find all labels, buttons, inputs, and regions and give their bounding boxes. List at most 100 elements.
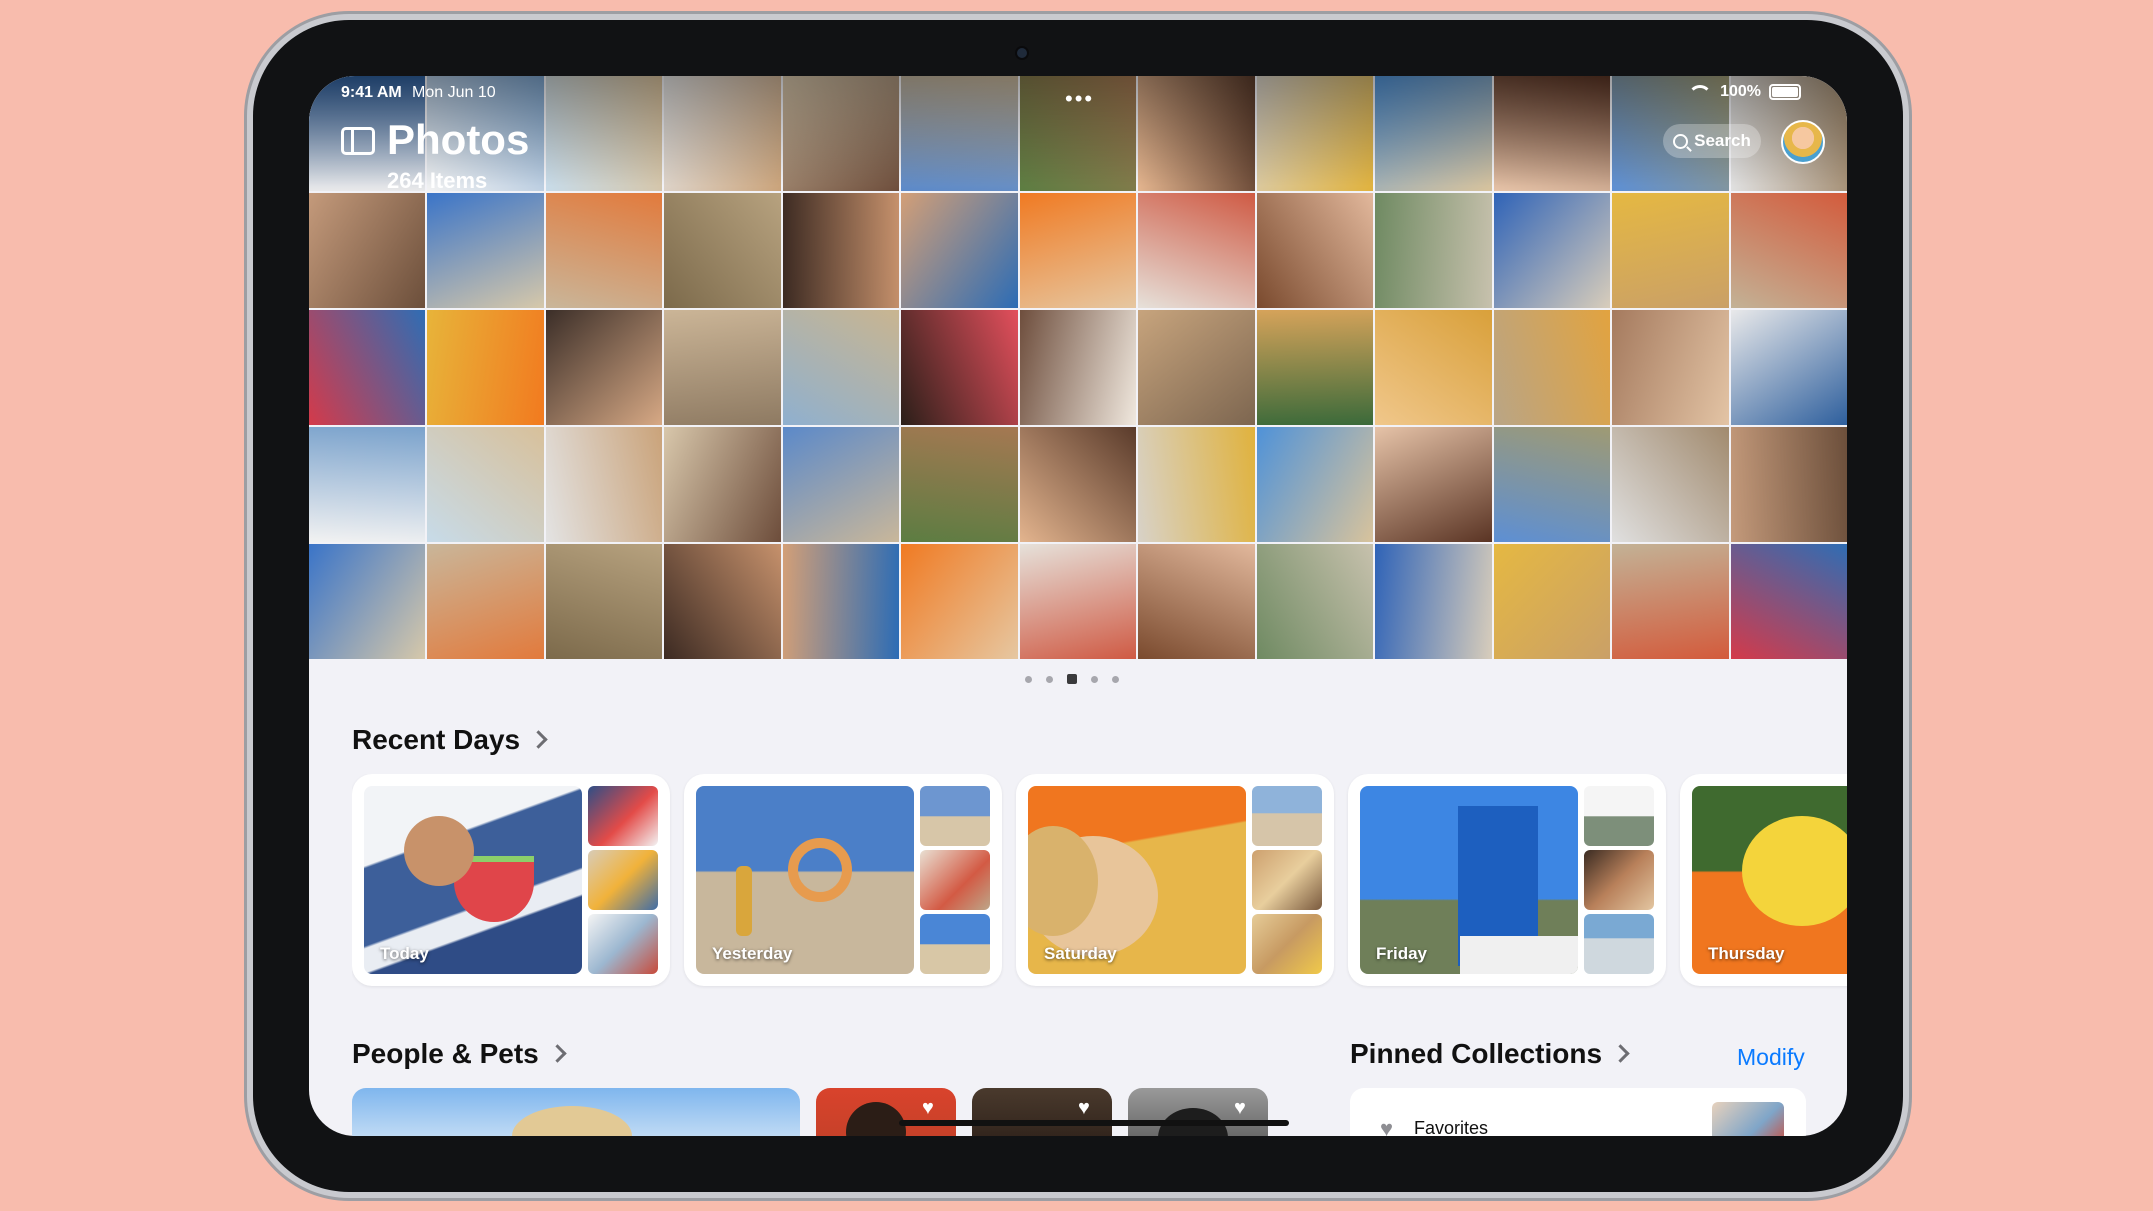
home-indicator[interactable] — [899, 1120, 1289, 1126]
photo-thumbnail[interactable] — [309, 310, 426, 425]
photo-thumbnail[interactable] — [1138, 310, 1255, 425]
recent-days-carousel[interactable]: Today Yesterday Saturday Friday Thursday — [352, 774, 1847, 990]
photo-thumbnail[interactable] — [1138, 544, 1255, 659]
page-dot[interactable] — [1091, 675, 1098, 683]
recent-day-card-saturday[interactable]: Saturday — [1016, 774, 1334, 986]
photo-thumbnail[interactable] — [427, 310, 544, 425]
photo-thumbnail[interactable] — [1612, 193, 1729, 308]
favorite-heart-icon[interactable]: ♥ — [1234, 1098, 1252, 1118]
photo-thumbnail[interactable] — [782, 193, 900, 308]
favorite-heart-icon[interactable]: ♥ — [1078, 1098, 1096, 1118]
status-date: Mon Jun 10 — [412, 84, 496, 101]
person-card[interactable]: ♥ — [816, 1088, 956, 1136]
photo-thumbnail[interactable] — [1730, 544, 1847, 659]
people-pets-header[interactable]: People & Pets — [352, 1038, 567, 1070]
day-thumb — [1252, 786, 1322, 846]
people-featured-card[interactable] — [352, 1088, 800, 1136]
day-thumb — [1252, 914, 1322, 974]
photo-thumbnail[interactable] — [1612, 544, 1729, 659]
photo-thumbnail[interactable] — [664, 427, 781, 542]
photo-thumbnail[interactable] — [901, 310, 1018, 425]
photo-thumbnail[interactable] — [545, 310, 663, 425]
item-count: 264 Items — [387, 168, 488, 193]
photo-thumbnail[interactable] — [427, 193, 544, 308]
photo-thumbnail[interactable] — [1375, 193, 1492, 308]
pinned-thumb — [1712, 1102, 1784, 1136]
photo-thumbnail[interactable] — [1138, 427, 1255, 542]
chevron-right-icon — [1611, 1044, 1630, 1063]
photo-thumbnail[interactable] — [309, 193, 426, 308]
grid-page-indicator[interactable] — [1025, 674, 1119, 684]
day-label: Saturday — [1044, 944, 1117, 963]
page-dot[interactable] — [1046, 675, 1053, 683]
page-dot[interactable] — [1025, 675, 1032, 683]
photo-thumbnail[interactable] — [1019, 310, 1137, 425]
day-thumb — [588, 786, 658, 846]
recent-days-header[interactable]: Recent Days — [352, 724, 548, 756]
photo-thumbnail[interactable] — [309, 544, 426, 659]
photo-thumbnail[interactable] — [901, 193, 1018, 308]
photo-thumbnail[interactable] — [1019, 427, 1137, 542]
search-button[interactable]: Search — [1663, 124, 1761, 158]
people-pets-title: People & Pets — [352, 1038, 539, 1069]
status-right: 100% — [1688, 83, 1801, 101]
multitasking-dots-icon[interactable]: ••• — [1065, 86, 1094, 112]
day-thumb — [920, 914, 990, 974]
photo-thumbnail[interactable] — [1019, 544, 1137, 659]
photo-thumbnail[interactable] — [1612, 310, 1729, 425]
photo-thumbnail[interactable] — [1493, 544, 1611, 659]
photo-thumbnail[interactable] — [782, 427, 900, 542]
page-dot[interactable] — [1112, 675, 1119, 683]
person-card[interactable]: ♥ — [1128, 1088, 1268, 1136]
sidebar-toggle-icon[interactable] — [341, 127, 375, 155]
photo-thumbnail[interactable] — [545, 544, 663, 659]
person-card[interactable]: ♥ — [972, 1088, 1112, 1136]
day-label: Thursday — [1708, 944, 1785, 963]
battery-icon — [1769, 84, 1801, 100]
day-label: Friday — [1376, 944, 1428, 963]
photo-thumbnail[interactable] — [1730, 427, 1847, 542]
photo-thumbnail[interactable] — [1730, 193, 1847, 308]
photo-thumbnail[interactable] — [1375, 544, 1492, 659]
photo-thumbnail[interactable] — [901, 427, 1018, 542]
photo-thumbnail[interactable] — [545, 427, 663, 542]
recent-day-card-friday[interactable]: Friday — [1348, 774, 1666, 986]
photo-thumbnail[interactable] — [1256, 193, 1374, 308]
photo-thumbnail[interactable] — [782, 310, 900, 425]
account-avatar[interactable] — [1781, 120, 1825, 164]
photo-thumbnail[interactable] — [901, 544, 1018, 659]
photo-thumbnail[interactable] — [545, 193, 663, 308]
photo-thumbnail[interactable] — [1019, 193, 1137, 308]
photo-thumbnail[interactable] — [1493, 310, 1611, 425]
photo-thumbnail[interactable] — [1730, 310, 1847, 425]
photo-thumbnail[interactable] — [1256, 544, 1374, 659]
photo-thumbnail[interactable] — [1138, 193, 1255, 308]
photo-thumbnail[interactable] — [309, 427, 426, 542]
page-title: Photos — [387, 116, 530, 163]
modify-button[interactable]: Modify — [1737, 1044, 1805, 1071]
photo-thumbnail[interactable] — [1375, 427, 1492, 542]
recent-day-card-yesterday[interactable]: Yesterday — [684, 774, 1002, 986]
photo-thumbnail[interactable] — [1256, 310, 1374, 425]
power-button — [452, 12, 524, 20]
photo-thumbnail[interactable] — [782, 544, 900, 659]
photo-thumbnail[interactable] — [427, 544, 544, 659]
photo-thumbnail[interactable] — [664, 310, 781, 425]
favorite-heart-icon[interactable]: ♥ — [922, 1098, 940, 1118]
photos-screen: 9:41 AM Mon Jun 10 ••• 100% Photos 264 I… — [309, 76, 1847, 1136]
photo-thumbnail[interactable] — [664, 193, 781, 308]
pinned-collections-header[interactable]: Pinned Collections — [1350, 1038, 1630, 1070]
photo-thumbnail[interactable] — [1493, 193, 1611, 308]
photo-thumbnail[interactable] — [427, 427, 544, 542]
photo-thumbnail[interactable] — [664, 544, 781, 659]
pinned-favorites-card[interactable]: ♥ Favorites — [1350, 1088, 1806, 1136]
grid-page-icon[interactable] — [1067, 674, 1077, 684]
recent-day-card-today[interactable]: Today — [352, 774, 670, 986]
photo-thumbnail[interactable] — [1375, 310, 1492, 425]
search-label: Search — [1694, 131, 1751, 150]
recent-day-card-thursday[interactable]: Thursday — [1680, 774, 1847, 986]
photo-thumbnail[interactable] — [1493, 427, 1611, 542]
photo-thumbnail[interactable] — [1256, 427, 1374, 542]
heart-icon: ♥ — [1380, 1116, 1394, 1136]
photo-thumbnail[interactable] — [1612, 427, 1729, 542]
